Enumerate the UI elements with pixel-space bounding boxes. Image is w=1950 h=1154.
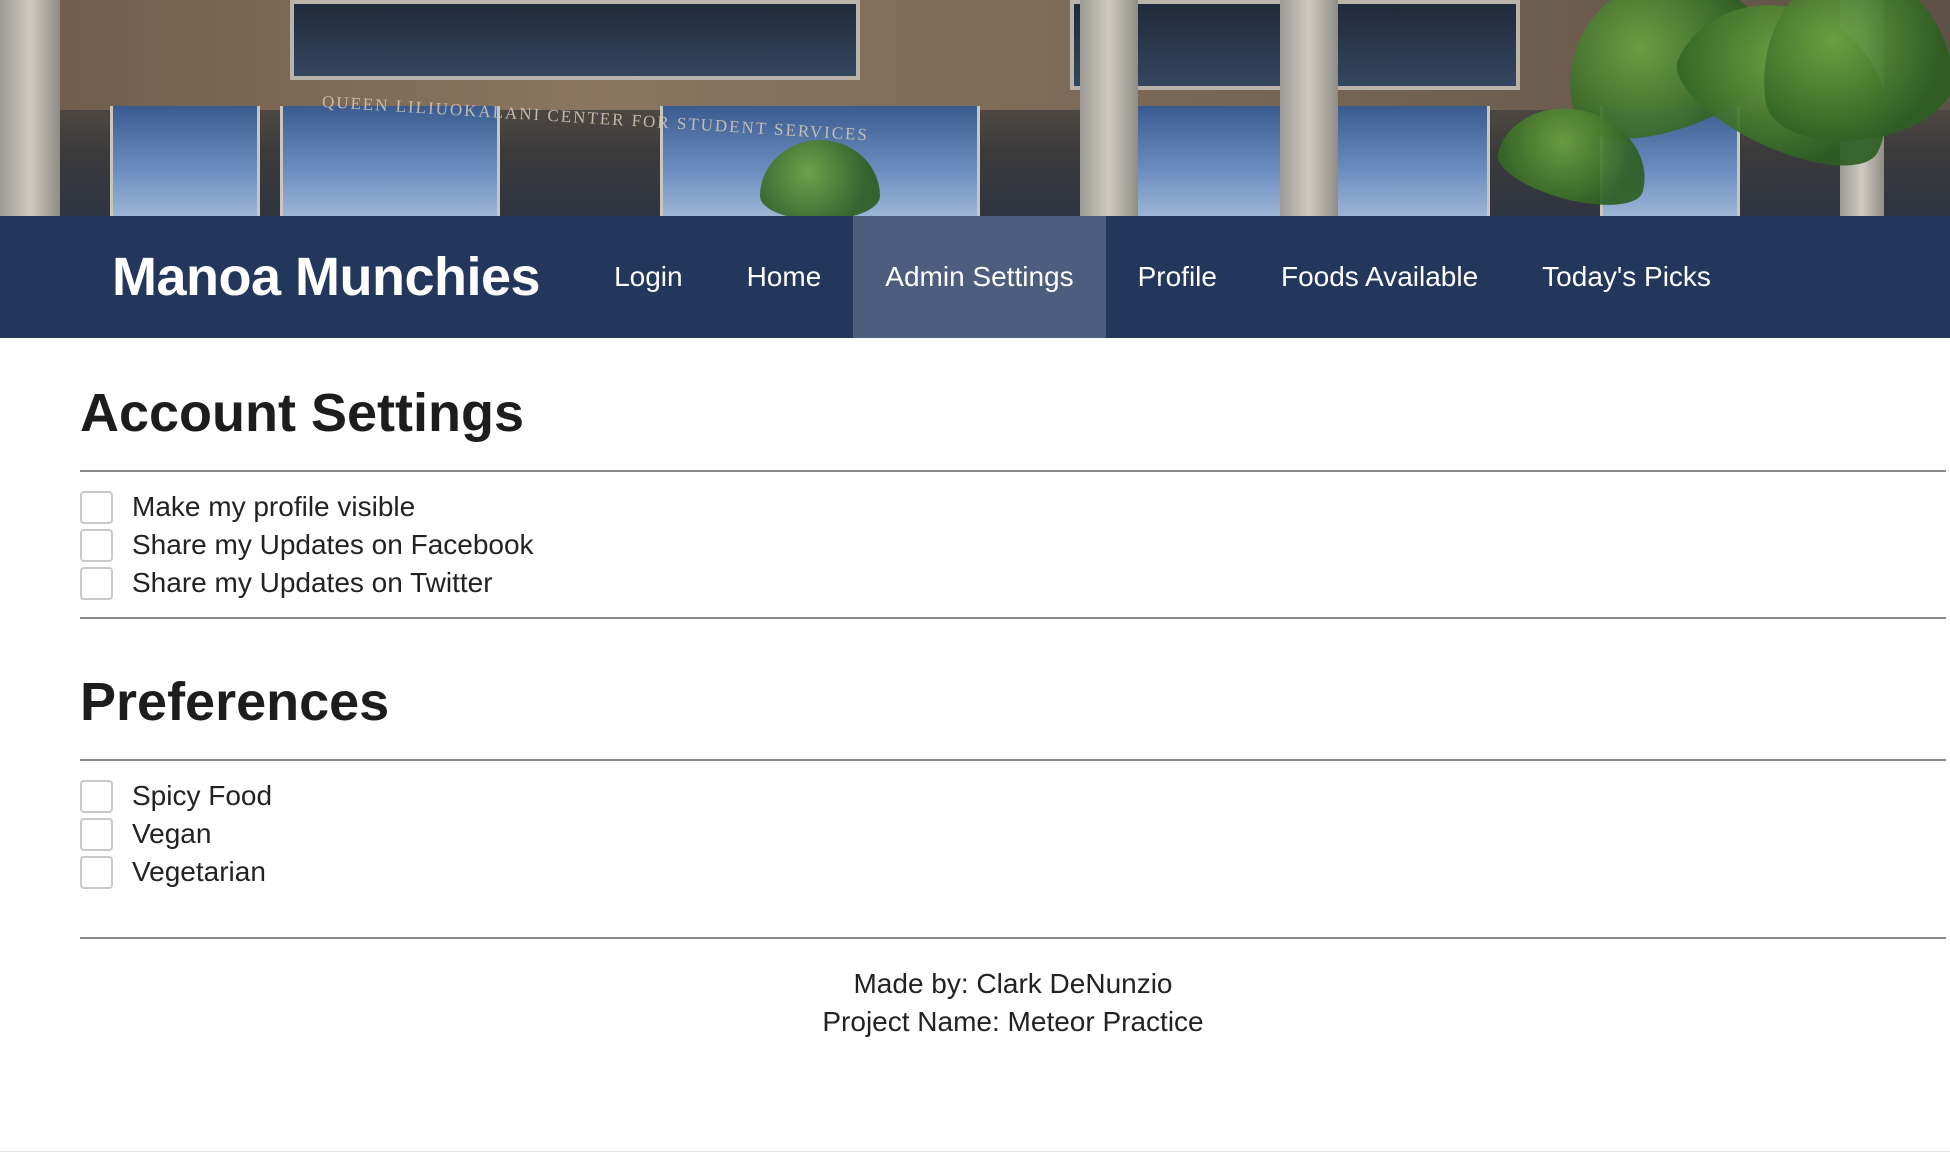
- header-banner-image: QUEEN LILIUOKALANI CENTER FOR STUDENT SE…: [0, 0, 1950, 216]
- banner-glass-door: [110, 106, 260, 216]
- banner-window: [290, 0, 860, 80]
- banner-column: [0, 0, 60, 216]
- nav-item-todays-picks[interactable]: Today's Picks: [1510, 216, 1743, 338]
- account-settings-options: Make my profile visible Share my Updates…: [80, 488, 1946, 602]
- checkbox-label: Vegetarian: [132, 856, 266, 887]
- share-twitter-checkbox[interactable]: [80, 566, 113, 600]
- nav-item-profile[interactable]: Profile: [1106, 216, 1249, 338]
- checkbox-label: Make my profile visible: [132, 491, 416, 522]
- checkbox-label: Share my Updates on Facebook: [132, 529, 534, 560]
- brand-logo-text[interactable]: Manoa Munchies: [112, 216, 541, 338]
- checkbox-row-vegan[interactable]: Vegan: [80, 815, 1946, 853]
- footer-made-by: Made by: Clark DeNunzio: [853, 968, 1173, 999]
- checkbox-row-profile-visible[interactable]: Make my profile visible: [80, 488, 1946, 526]
- footer-project-name: Project Name: Meteor Practice: [822, 1006, 1204, 1037]
- nav-item-login[interactable]: Login: [582, 216, 715, 338]
- nav-item-admin-settings[interactable]: Admin Settings: [853, 216, 1106, 338]
- checkbox-label: Spicy Food: [132, 780, 273, 811]
- profile-visible-checkbox[interactable]: [80, 490, 113, 524]
- settings-content: Account Settings Make my profile visible…: [80, 338, 1946, 939]
- page-bottom-edge: [0, 1151, 1950, 1152]
- checkbox-row-spicy-food[interactable]: Spicy Food: [80, 777, 1946, 815]
- main-navbar: Manoa Munchies Login Home Admin Settings…: [0, 216, 1950, 338]
- checkbox-row-share-facebook[interactable]: Share my Updates on Facebook: [80, 526, 1946, 564]
- account-settings-heading: Account Settings: [80, 383, 525, 443]
- preferences-options: Spicy Food Vegan Vegetarian: [80, 777, 1946, 891]
- banner-glass-door: [280, 106, 500, 216]
- checkbox-label: Vegan: [132, 818, 212, 849]
- divider: [80, 759, 1946, 761]
- nav-item-home[interactable]: Home: [715, 216, 854, 338]
- divider: [80, 617, 1946, 619]
- footer-divider: [80, 937, 1946, 939]
- checkbox-label: Share my Updates on Twitter: [132, 567, 493, 598]
- banner-column: [1280, 0, 1338, 216]
- spicy-food-checkbox[interactable]: [80, 779, 113, 813]
- vegan-checkbox[interactable]: [80, 817, 113, 851]
- preferences-heading: Preferences: [80, 672, 390, 732]
- vegetarian-checkbox[interactable]: [80, 855, 113, 889]
- page-footer: Made by: Clark DeNunzio Project Name: Me…: [80, 965, 1946, 1041]
- banner-column: [1080, 0, 1138, 216]
- share-facebook-checkbox[interactable]: [80, 528, 113, 562]
- checkbox-row-share-twitter[interactable]: Share my Updates on Twitter: [80, 564, 1946, 602]
- nav-item-foods-available[interactable]: Foods Available: [1249, 216, 1510, 338]
- divider: [80, 470, 1946, 472]
- checkbox-row-vegetarian[interactable]: Vegetarian: [80, 853, 1946, 891]
